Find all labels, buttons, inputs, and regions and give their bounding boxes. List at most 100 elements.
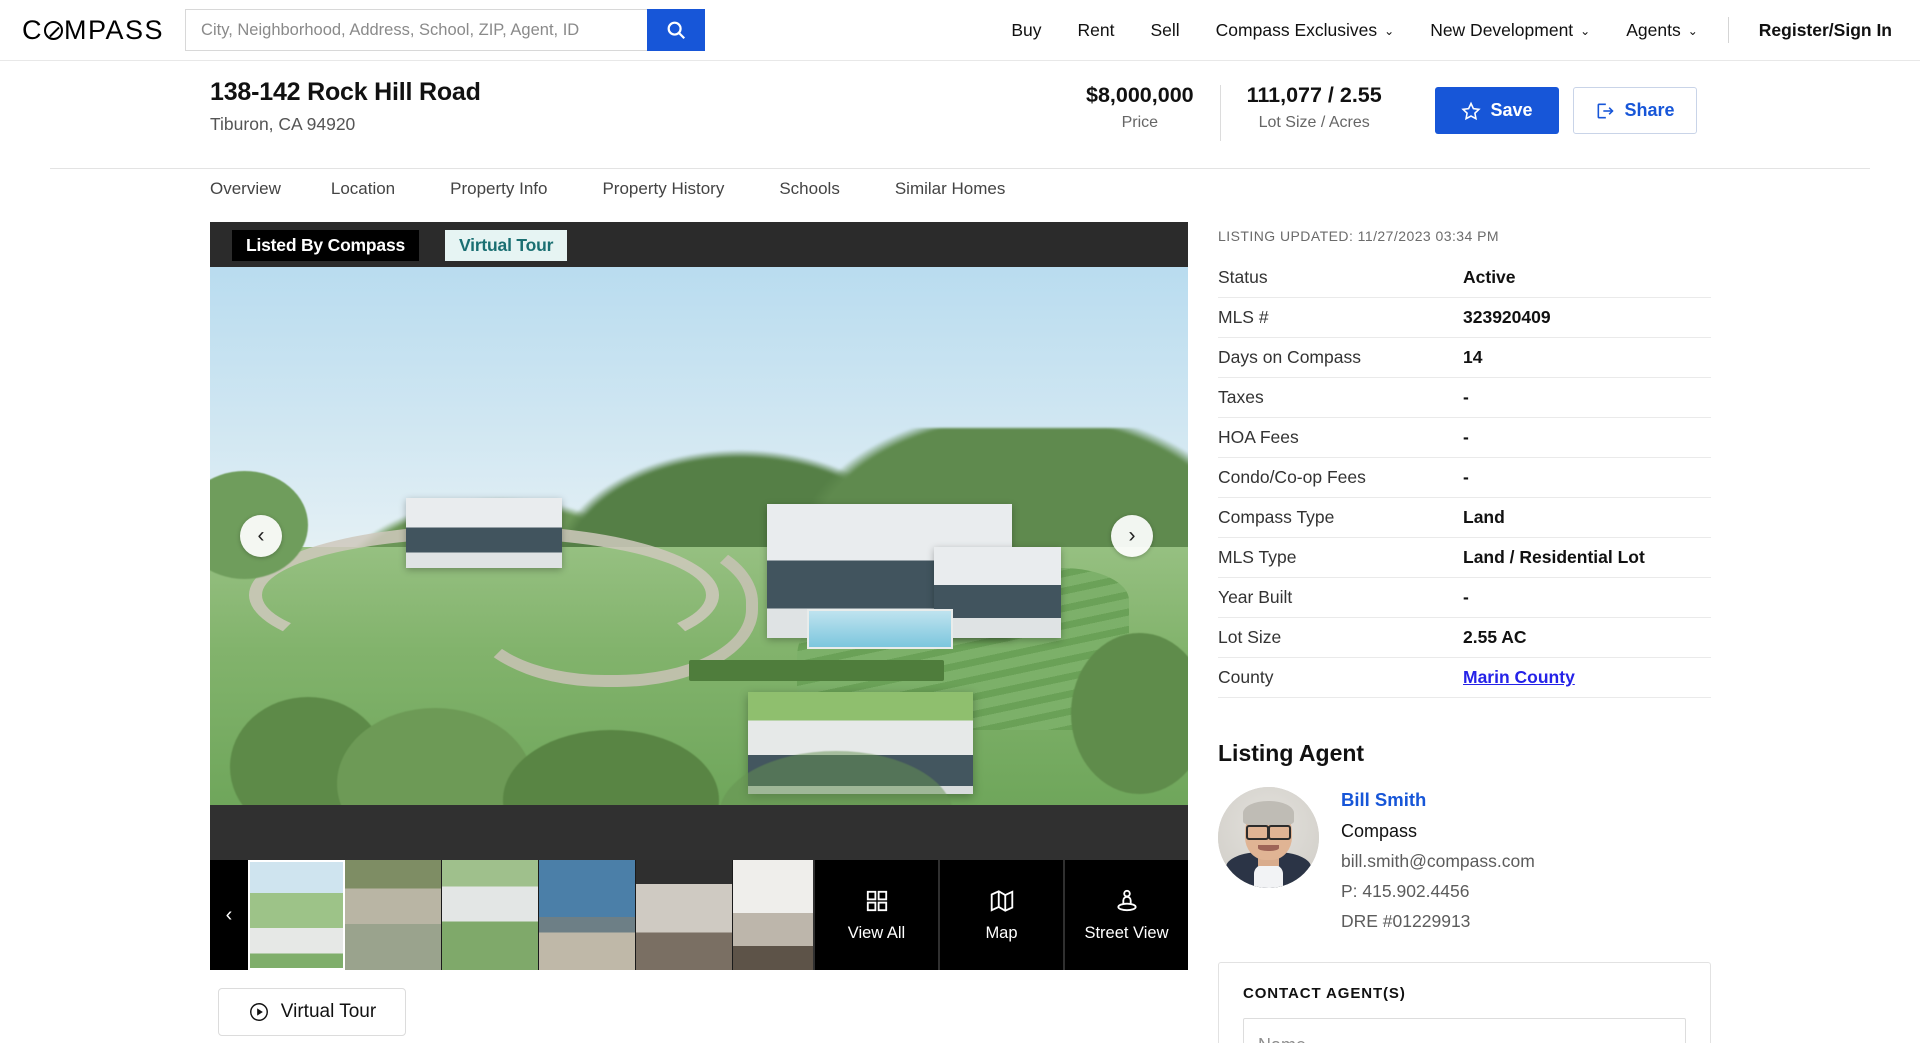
tab-similar-homes[interactable]: Similar Homes <box>895 169 1006 209</box>
row-label: Days on Compass <box>1218 347 1361 367</box>
thumbnail-prev-button[interactable]: ‹ <box>210 860 248 970</box>
table-row: Taxes - <box>1218 378 1711 418</box>
nav-label: Rent <box>1077 19 1115 40</box>
nav-item-new-development[interactable]: New Development ⌄ <box>1412 20 1608 41</box>
gallery-actions: View All Map Street View <box>813 860 1188 970</box>
nav-links: Buy Rent Sell Compass Exclusives ⌄ New D… <box>993 17 1920 43</box>
gallery-prev-button[interactable]: ‹ <box>240 515 282 557</box>
hero-image[interactable]: ‹ › <box>210 267 1188 805</box>
register-sign-in-link[interactable]: Register/Sign In <box>1741 20 1900 41</box>
row-label: County <box>1218 667 1274 687</box>
map-button[interactable]: Map <box>938 860 1063 970</box>
property-header: 138-142 Rock Hill Road Tiburon, CA 94920… <box>0 61 1920 168</box>
row-value: - <box>1463 467 1469 487</box>
table-row: MLS Type Land / Residential Lot <box>1218 538 1711 578</box>
register-sign-in-label: Register/Sign In <box>1758 19 1892 40</box>
property-address: 138-142 Rock Hill Road Tiburon, CA 94920 <box>210 78 481 135</box>
compass-logo[interactable]: C MPASS <box>22 14 165 45</box>
agent-phone[interactable]: P: 415.902.4456 <box>1341 881 1535 902</box>
search-icon <box>667 21 686 40</box>
address-line-2: Tiburon, CA 94920 <box>210 114 356 134</box>
map-icon <box>990 889 1013 912</box>
thumbnail-item[interactable] <box>442 860 539 970</box>
view-all-button[interactable]: View All <box>813 860 938 970</box>
row-value: Land / Residential Lot <box>1463 547 1645 567</box>
street-view-button[interactable]: Street View <box>1063 860 1188 970</box>
share-button[interactable]: Share <box>1573 87 1697 134</box>
agent-name-link[interactable]: Bill Smith <box>1341 789 1535 811</box>
badge-listed-by-compass: Listed By Compass <box>232 230 420 261</box>
row-value: Land <box>1463 507 1505 527</box>
thumbnail-item[interactable] <box>248 860 345 970</box>
agent-dre: DRE #01229913 <box>1341 911 1471 931</box>
thumbnail-item[interactable] <box>539 860 636 970</box>
tab-property-info[interactable]: Property Info <box>450 169 547 209</box>
nav-item-compass-exclusives[interactable]: Compass Exclusives ⌄ <box>1198 20 1413 41</box>
agent-info: Bill Smith Compass bill.smith@compass.co… <box>1341 787 1535 932</box>
top-navigation-bar: C MPASS Buy Rent Sell Compass Exclusives <box>0 0 1920 61</box>
listing-agent-heading: Listing Agent <box>1218 740 1365 766</box>
nav-item-agents[interactable]: Agents ⌄ <box>1608 20 1716 41</box>
stat-price: $8,000,000 Price <box>1060 83 1220 132</box>
row-label: MLS Type <box>1218 547 1297 567</box>
nav-item-buy[interactable]: Buy <box>993 20 1059 41</box>
row-value: 14 <box>1463 347 1483 367</box>
nav-divider <box>1727 17 1729 43</box>
property-stats: $8,000,000 Price 111,077 / 2.55 Lot Size… <box>1060 83 1408 141</box>
nav-label: Buy <box>1011 19 1042 40</box>
address-line-1: 138-142 Rock Hill Road <box>210 78 481 106</box>
county-link[interactable]: Marin County <box>1463 667 1575 688</box>
thumbnail-item[interactable] <box>345 860 442 970</box>
secondary-residence <box>405 498 563 569</box>
row-value: - <box>1463 587 1469 607</box>
nav-label: Sell <box>1150 19 1180 40</box>
chevron-down-icon: ⌄ <box>1384 24 1395 38</box>
row-label: Year Built <box>1218 587 1293 607</box>
nav-item-rent[interactable]: Rent <box>1060 20 1133 41</box>
row-value: Active <box>1463 267 1516 287</box>
row-label: Taxes <box>1218 387 1264 407</box>
tab-location[interactable]: Location <box>331 169 395 209</box>
avatar-hair <box>1243 801 1294 826</box>
avatar-glasses <box>1246 825 1292 841</box>
thumbnail-strip: ‹ › <box>210 860 868 970</box>
star-icon <box>1461 101 1482 120</box>
share-icon <box>1598 103 1615 118</box>
avatar <box>1218 787 1319 888</box>
contact-agents-heading: CONTACT AGENT(S) <box>1243 985 1406 1002</box>
tab-overview[interactable]: Overview <box>210 169 281 209</box>
row-value: 323920409 <box>1463 307 1551 327</box>
virtual-tour-button[interactable]: Virtual Tour <box>218 988 406 1036</box>
gallery-next-button[interactable]: › <box>1111 515 1153 557</box>
gallery-badges-bar: Listed By Compass Virtual Tour <box>210 222 1188 267</box>
table-row: County Marin County <box>1218 658 1711 698</box>
tab-schools[interactable]: Schools <box>779 169 839 209</box>
row-label: Compass Type <box>1218 507 1335 527</box>
save-button[interactable]: Save <box>1435 87 1559 134</box>
search-button[interactable] <box>647 9 706 51</box>
table-row: Condo/Co-op Fees - <box>1218 458 1711 498</box>
thumbnail-item[interactable] <box>636 860 733 970</box>
avatar-shirt <box>1254 863 1283 888</box>
agent-email[interactable]: bill.smith@compass.com <box>1341 851 1535 872</box>
badge-virtual-tour[interactable]: Virtual Tour <box>445 230 568 261</box>
row-label: HOA Fees <box>1218 427 1299 447</box>
row-value: - <box>1463 427 1469 447</box>
name-field[interactable] <box>1243 1018 1686 1043</box>
listing-detail-panel: LISTING UPDATED: 11/27/2023 03:34 PM Sta… <box>1218 228 1711 1043</box>
avatar-mouth <box>1258 844 1279 851</box>
row-label: Condo/Co-op Fees <box>1218 467 1366 487</box>
search-input[interactable] <box>185 9 648 51</box>
logo-text-right: MPASS <box>64 14 165 45</box>
table-row: Year Built - <box>1218 578 1711 618</box>
listing-agent-section: Listing Agent Bill Smith Compass bill.sm… <box>1218 740 1711 932</box>
listing-updated-text: LISTING UPDATED: 11/27/2023 03:34 PM <box>1218 228 1500 244</box>
row-label: MLS # <box>1218 307 1269 327</box>
table-row: Status Active <box>1218 258 1711 298</box>
chevron-down-icon: ⌄ <box>1687 24 1698 38</box>
listing-page: C MPASS Buy Rent Sell Compass Exclusives <box>0 0 1920 1043</box>
nav-item-sell[interactable]: Sell <box>1132 20 1197 41</box>
nav-label: New Development <box>1430 19 1574 40</box>
nav-label: Agents <box>1626 19 1681 40</box>
tab-property-history[interactable]: Property History <box>602 169 724 209</box>
